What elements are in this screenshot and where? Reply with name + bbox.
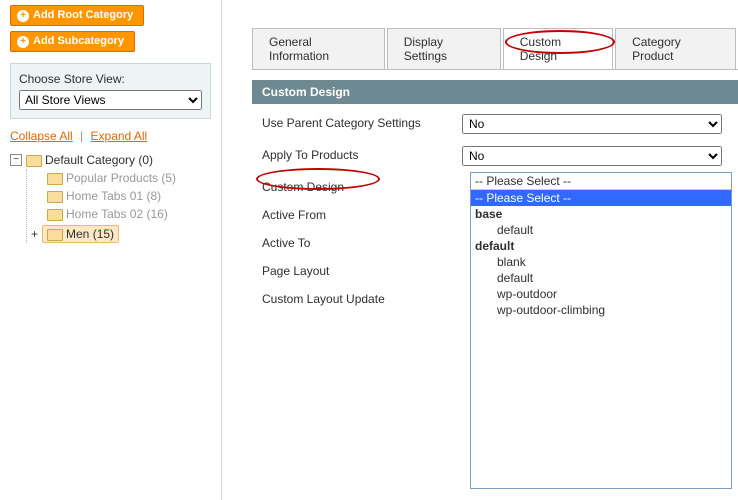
folder-icon [26, 153, 42, 167]
use-parent-label: Use Parent Category Settings [262, 114, 462, 130]
tab-display-settings[interactable]: Display Settings [387, 28, 501, 69]
tab-custom-design[interactable]: Custom Design [503, 28, 613, 69]
expand-all-link[interactable]: Expand All [91, 129, 148, 143]
select-options-list: -- Please Select -- base default default… [471, 190, 731, 488]
folder-icon [47, 171, 63, 185]
tree-node-label[interactable]: Men (15) [66, 227, 114, 241]
active-to-label: Active To [262, 234, 462, 250]
collapse-all-link[interactable]: Collapse All [10, 129, 73, 143]
store-view-select[interactable]: All Store Views [19, 90, 202, 110]
apply-to-products-label: Apply To Products [262, 146, 462, 162]
select-option[interactable]: wp-outdoor-climbing [471, 302, 731, 318]
folder-icon [47, 189, 63, 203]
add-subcategory-button[interactable]: + Add Subcategory [10, 31, 135, 52]
expand-icon[interactable]: + [31, 227, 38, 241]
tabs: General Information Display Settings Cus… [252, 28, 738, 70]
tree-node[interactable]: Home Tabs 01 (8) [31, 187, 211, 205]
tree-node-selected[interactable]: Men (15) [42, 225, 119, 243]
folder-icon [47, 227, 63, 241]
plus-icon: + [17, 10, 29, 22]
active-from-label: Active From [262, 206, 462, 222]
store-view-label: Choose Store View: [19, 72, 202, 86]
tree-node-label[interactable]: Home Tabs 02 (16) [66, 207, 168, 221]
tree-node-label[interactable]: Home Tabs 01 (8) [66, 189, 161, 203]
folder-icon [47, 207, 63, 221]
page-layout-label: Page Layout [262, 262, 462, 278]
use-parent-select[interactable]: No [462, 114, 722, 134]
custom-layout-update-label: Custom Layout Update [262, 290, 462, 306]
add-subcategory-label: Add Subcategory [33, 35, 124, 47]
plus-icon: + [17, 36, 29, 48]
select-option[interactable]: blank [471, 254, 731, 270]
tree-node-label[interactable]: Popular Products (5) [66, 171, 176, 185]
add-root-category-button[interactable]: + Add Root Category [10, 5, 144, 26]
section-header: Custom Design [252, 80, 738, 104]
separator: | [80, 129, 83, 143]
category-tree: − Default Category (0) Popular Products … [10, 151, 211, 243]
select-optgroup: base [471, 206, 731, 222]
tree-root-node[interactable]: − Default Category (0) [10, 151, 211, 169]
tree-node[interactable]: Popular Products (5) [31, 169, 211, 187]
select-option[interactable]: default [471, 270, 731, 286]
tab-general-information[interactable]: General Information [252, 28, 385, 69]
select-optgroup: default [471, 238, 731, 254]
tree-node[interactable]: Home Tabs 02 (16) [31, 205, 211, 223]
store-view-box: Choose Store View: All Store Views [10, 63, 211, 119]
tree-actions: Collapse All | Expand All [10, 129, 211, 143]
select-display-value: -- Please Select -- [471, 173, 731, 190]
select-option[interactable]: default [471, 222, 731, 238]
collapse-icon[interactable]: − [10, 154, 22, 166]
tab-category-products[interactable]: Category Product [615, 28, 736, 69]
add-root-category-label: Add Root Category [33, 9, 133, 21]
select-option[interactable]: -- Please Select -- [471, 190, 731, 206]
tree-node-label[interactable]: Default Category (0) [45, 153, 153, 167]
custom-design-label: Custom Design [262, 178, 462, 194]
apply-to-products-select[interactable]: No [462, 146, 722, 166]
custom-design-select[interactable]: -- Please Select -- -- Please Select -- … [470, 172, 732, 489]
select-option[interactable]: wp-outdoor [471, 286, 731, 302]
